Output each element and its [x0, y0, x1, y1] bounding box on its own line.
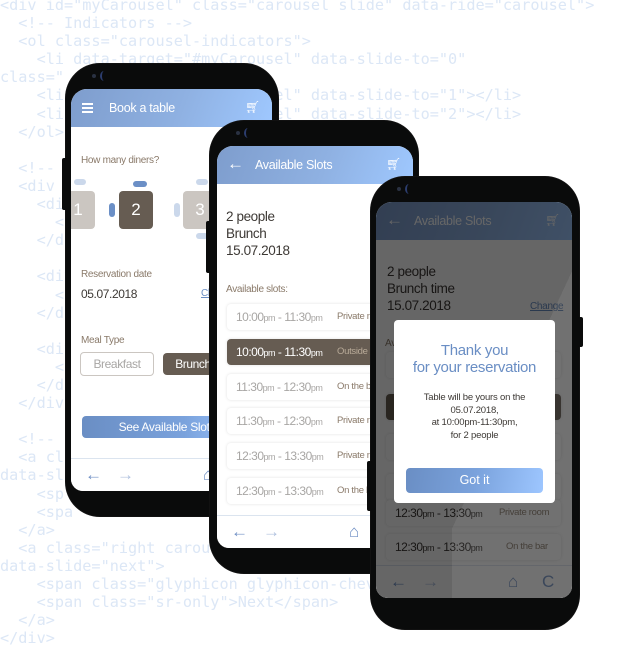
modal-title: Thank you for your reservation: [394, 342, 555, 376]
camera: [397, 187, 401, 191]
diners-label: How many diners?: [81, 155, 160, 166]
modal-body-line: at 10:00pm-11:30pm,: [431, 417, 518, 428]
camera-lens: [244, 128, 252, 138]
diner-count: 1: [71, 191, 95, 229]
meal-option-breakfast[interactable]: Breakfast: [80, 352, 154, 376]
slot-time: 10:00pm - 11:30pm: [236, 310, 323, 324]
chair-icon: [196, 179, 208, 185]
slot-time: 12:30pm - 13:30pm: [236, 484, 324, 498]
back-arrow-icon[interactable]: ←: [231, 522, 248, 542]
modal-body: Table will be yours on the 05.07.2018, a…: [394, 392, 555, 442]
slot-location: Outside: [337, 346, 368, 357]
hamburger-icon[interactable]: [82, 103, 93, 113]
slot-time: 11:30pm - 12:30pm: [236, 380, 323, 394]
got-it-button[interactable]: Got it: [406, 468, 543, 493]
slot-time: 12:30pm - 13:30pm: [236, 449, 324, 463]
meal-type-label: Meal Type: [81, 335, 125, 346]
slots-label: Available slots:: [226, 284, 288, 295]
side-button: [206, 221, 211, 273]
back-arrow-icon[interactable]: ←: [85, 465, 102, 485]
chair-icon: [174, 203, 180, 217]
modal-body-line: Table will be yours on the: [423, 392, 526, 403]
summary-meal: Brunch: [226, 226, 267, 241]
chair-icon: [74, 179, 86, 185]
side-button: [367, 461, 372, 511]
camera: [92, 74, 96, 78]
chair-icon: [133, 181, 147, 187]
date-label: Reservation date: [81, 269, 152, 280]
back-icon[interactable]: ←: [227, 154, 244, 174]
phone-confirmation: ← Available Slots 🛒︎ 2 people Brunch tim…: [367, 177, 583, 629]
summary-date: 15.07.2018: [226, 243, 290, 258]
cart-icon[interactable]: 🛒︎: [245, 100, 260, 114]
slot-time: 10:00pm - 11:30pm: [236, 345, 323, 359]
summary-people: 2 people: [226, 209, 275, 224]
slot-time: 11:30pm - 12:30pm: [236, 414, 323, 428]
camera-lens: [100, 71, 108, 81]
diner-count: 2: [119, 191, 153, 229]
chair-icon: [109, 203, 115, 217]
modal-body-line: for 2 people: [450, 429, 499, 441]
modal-body-line: 05.07.2018,: [450, 404, 499, 416]
camera: [236, 131, 240, 135]
confirmation-modal: Thank you for your reservation Table wil…: [394, 320, 555, 503]
app-header: ← Available Slots 🛒︎: [217, 146, 413, 184]
header-title: Book a table: [109, 101, 175, 115]
modal-title-line: Thank you: [440, 342, 509, 359]
forward-arrow-icon[interactable]: →: [263, 522, 280, 542]
forward-arrow-icon[interactable]: →: [117, 465, 134, 485]
screen-confirmation: ← Available Slots 🛒︎ 2 people Brunch tim…: [376, 202, 572, 598]
home-icon[interactable]: ⌂: [349, 522, 359, 542]
date-value: 05.07.2018: [81, 287, 138, 301]
header-title: Available Slots: [255, 158, 333, 172]
modal-title-line: for your reservation: [412, 359, 537, 376]
cart-icon[interactable]: 🛒︎: [386, 157, 401, 171]
side-button: [62, 158, 67, 210]
camera-lens: [405, 184, 413, 194]
side-button: [578, 317, 583, 347]
